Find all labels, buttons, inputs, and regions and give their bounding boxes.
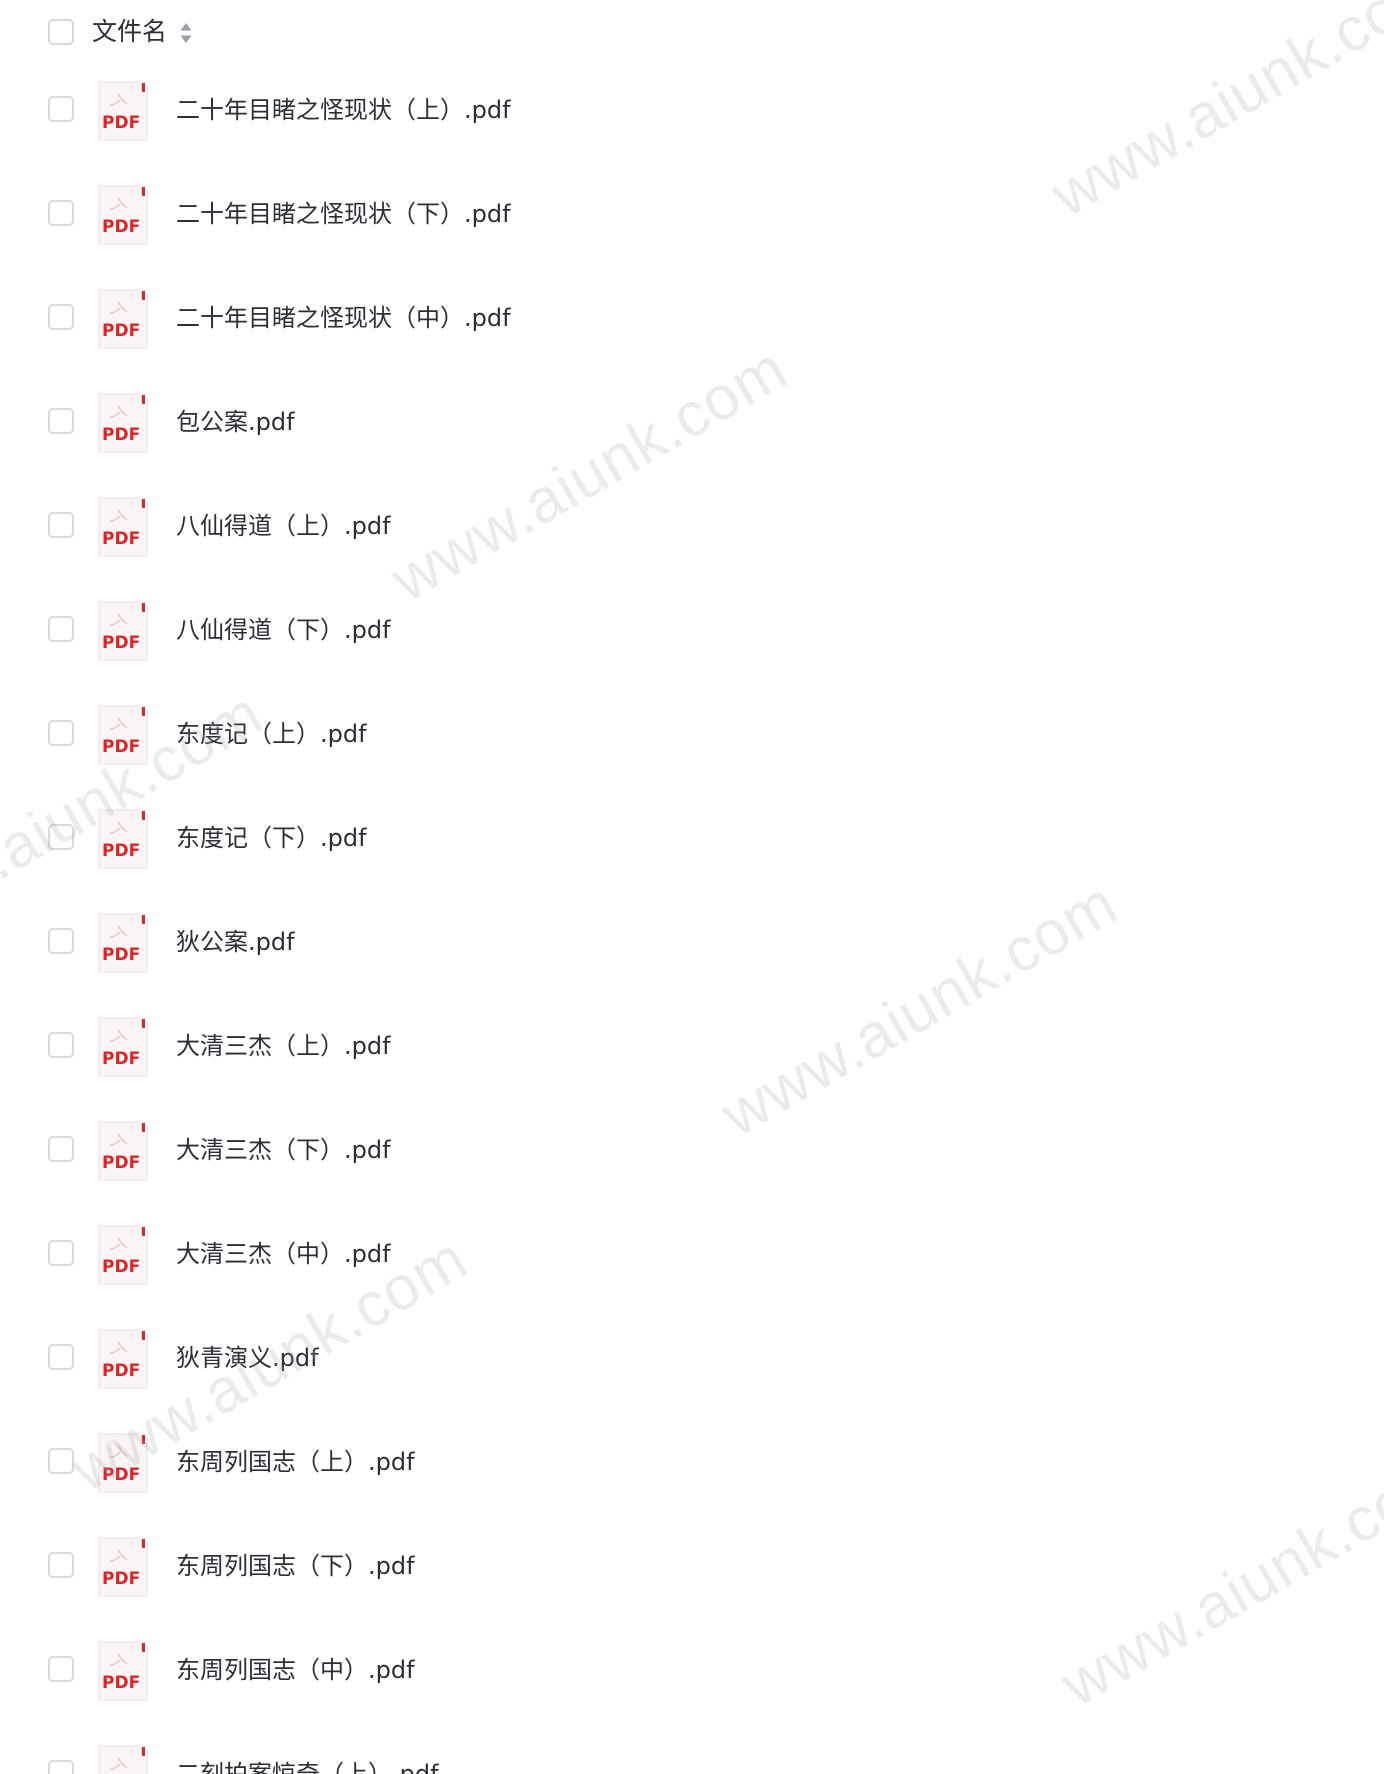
pdf-file-icon: PDF	[96, 1223, 150, 1287]
file-select-checkbox[interactable]	[48, 1240, 74, 1266]
file-select-checkbox[interactable]	[48, 200, 74, 226]
pdf-icon-label: PDF	[102, 321, 140, 341]
pdf-file-icon: PDF	[96, 495, 150, 559]
file-row[interactable]: PDF 八仙得道（上）.pdf	[0, 475, 1384, 579]
file-select-checkbox[interactable]	[48, 1448, 74, 1474]
file-name[interactable]: 二十年目睹之怪现状（下）.pdf	[176, 195, 511, 233]
file-name[interactable]: 大清三杰（上）.pdf	[176, 1027, 391, 1065]
file-select-checkbox[interactable]	[48, 408, 74, 434]
file-row[interactable]: PDF 大清三杰（中）.pdf	[0, 1203, 1384, 1307]
file-name[interactable]: 东周列国志（下）.pdf	[176, 1547, 415, 1585]
file-select-checkbox[interactable]	[48, 1552, 74, 1578]
file-select-checkbox[interactable]	[48, 928, 74, 954]
file-row[interactable]: PDF 二十年目睹之怪现状（中）.pdf	[0, 267, 1384, 371]
pdf-file-icon: PDF	[96, 1743, 150, 1774]
file-select-checkbox[interactable]	[48, 304, 74, 330]
file-select-checkbox[interactable]	[48, 1656, 74, 1682]
file-row[interactable]: PDF 八仙得道（下）.pdf	[0, 579, 1384, 683]
file-select-checkbox[interactable]	[48, 824, 74, 850]
select-all-checkbox[interactable]	[48, 19, 74, 45]
pdf-file-icon: PDF	[96, 391, 150, 455]
pdf-file-icon: PDF	[96, 79, 150, 143]
file-row[interactable]: PDF 大清三杰（上）.pdf	[0, 995, 1384, 1099]
file-row[interactable]: PDF 二十年目睹之怪现状（上）.pdf	[0, 59, 1384, 163]
pdf-icon-label: PDF	[102, 425, 140, 445]
pdf-icon-label: PDF	[102, 113, 140, 133]
pdf-icon-label: PDF	[102, 1673, 140, 1693]
file-select-checkbox[interactable]	[48, 1760, 74, 1774]
file-name[interactable]: 狄公案.pdf	[176, 923, 295, 961]
pdf-icon-label: PDF	[102, 737, 140, 757]
pdf-file-icon: PDF	[96, 703, 150, 767]
file-name[interactable]: 二十年目睹之怪现状（中）.pdf	[176, 299, 511, 337]
pdf-file-icon: PDF	[96, 1119, 150, 1183]
file-list-header: 文件名	[0, 0, 1384, 64]
file-row[interactable]: PDF 东周列国志（中）.pdf	[0, 1619, 1384, 1723]
file-name[interactable]: 八仙得道（下）.pdf	[176, 611, 391, 649]
file-row[interactable]: PDF 狄公案.pdf	[0, 891, 1384, 995]
file-select-checkbox[interactable]	[48, 512, 74, 538]
pdf-icon-label: PDF	[102, 217, 140, 237]
pdf-file-icon: PDF	[96, 911, 150, 975]
file-select-checkbox[interactable]	[48, 1344, 74, 1370]
pdf-icon-label: PDF	[102, 1569, 140, 1589]
pdf-icon-label: PDF	[102, 529, 140, 549]
pdf-file-icon: PDF	[96, 183, 150, 247]
file-select-checkbox[interactable]	[48, 1136, 74, 1162]
pdf-icon-label: PDF	[102, 1361, 140, 1381]
pdf-file-icon: PDF	[96, 599, 150, 663]
file-name[interactable]: 包公案.pdf	[176, 403, 295, 441]
pdf-file-icon: PDF	[96, 1535, 150, 1599]
file-row[interactable]: PDF 东周列国志（下）.pdf	[0, 1515, 1384, 1619]
file-name[interactable]: 大清三杰（中）.pdf	[176, 1235, 391, 1273]
file-row[interactable]: PDF 二刻拍案惊奇（上）.pdf	[0, 1723, 1384, 1774]
pdf-file-icon: PDF	[96, 1431, 150, 1495]
pdf-icon-label: PDF	[102, 841, 140, 861]
file-select-checkbox[interactable]	[48, 616, 74, 642]
pdf-file-icon: PDF	[96, 1327, 150, 1391]
file-row[interactable]: PDF 二十年目睹之怪现状（下）.pdf	[0, 163, 1384, 267]
file-name[interactable]: 二十年目睹之怪现状（上）.pdf	[176, 91, 511, 129]
filename-column-header[interactable]: 文件名	[92, 14, 167, 50]
pdf-icon-label: PDF	[102, 945, 140, 965]
pdf-icon-label: PDF	[102, 633, 140, 653]
file-name[interactable]: 二刻拍案惊奇（上）.pdf	[176, 1755, 439, 1774]
file-name[interactable]: 八仙得道（上）.pdf	[176, 507, 391, 545]
pdf-file-icon: PDF	[96, 807, 150, 871]
pdf-icon-label: PDF	[102, 1049, 140, 1069]
pdf-icon-label: PDF	[102, 1465, 140, 1485]
file-row[interactable]: PDF 东度记（上）.pdf	[0, 683, 1384, 787]
file-name[interactable]: 东周列国志（上）.pdf	[176, 1443, 415, 1481]
file-select-checkbox[interactable]	[48, 1032, 74, 1058]
pdf-file-icon: PDF	[96, 1015, 150, 1079]
file-name[interactable]: 大清三杰（下）.pdf	[176, 1131, 391, 1169]
file-list: 文件名 PDF 二十年目睹之怪现状（上）.pdf PDF 二十年目睹之怪现状（下）.p…	[0, 0, 1384, 1774]
file-row[interactable]: PDF 狄青演义.pdf	[0, 1307, 1384, 1411]
file-name[interactable]: 狄青演义.pdf	[176, 1339, 319, 1377]
sort-up-down-icon[interactable]	[178, 20, 194, 46]
file-row[interactable]: PDF 东周列国志（上）.pdf	[0, 1411, 1384, 1515]
file-name[interactable]: 东度记（下）.pdf	[176, 819, 367, 857]
file-row[interactable]: PDF 东度记（下）.pdf	[0, 787, 1384, 891]
pdf-file-icon: PDF	[96, 1639, 150, 1703]
pdf-icon-label: PDF	[102, 1153, 140, 1173]
file-row[interactable]: PDF 大清三杰（下）.pdf	[0, 1099, 1384, 1203]
pdf-file-icon: PDF	[96, 287, 150, 351]
file-row[interactable]: PDF 包公案.pdf	[0, 371, 1384, 475]
file-name[interactable]: 东周列国志（中）.pdf	[176, 1651, 415, 1689]
file-name[interactable]: 东度记（上）.pdf	[176, 715, 367, 753]
pdf-icon-label: PDF	[102, 1257, 140, 1277]
file-select-checkbox[interactable]	[48, 96, 74, 122]
file-select-checkbox[interactable]	[48, 720, 74, 746]
